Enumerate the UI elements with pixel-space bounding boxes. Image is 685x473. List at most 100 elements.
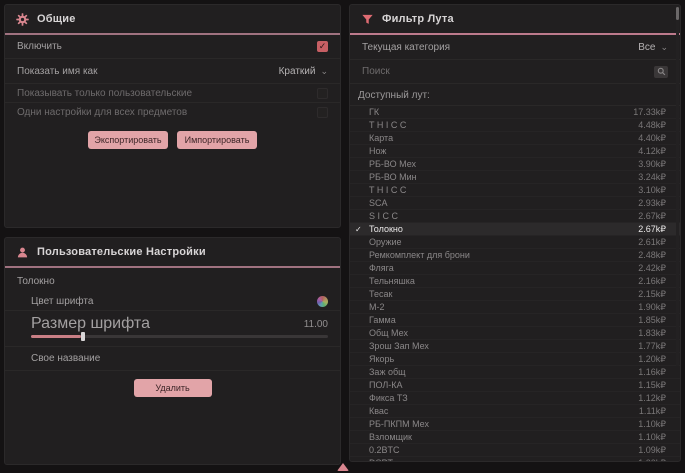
loot-list-item[interactable]: Квас 1.11k₽: [350, 405, 680, 418]
slider-handle[interactable]: [81, 332, 85, 341]
display-name-dropdown[interactable]: Краткий ⌄: [279, 66, 328, 77]
custom-name-label: Свое название: [31, 353, 100, 364]
loot-list-item[interactable]: Зрош Зап Мех 1.77k₽: [350, 340, 680, 353]
selected-check-icon: ✓: [355, 225, 362, 234]
loot-list-item[interactable]: РБ-ВО Мех 3.90k₽: [350, 158, 680, 171]
loot-item-value: 1.83k₽: [638, 328, 666, 339]
loot-item-value: 3.90k₽: [638, 159, 666, 170]
loot-list-item[interactable]: РБ-ВО Мин 3.24k₽: [350, 171, 680, 184]
loot-item-value: 1.09k₽: [638, 445, 666, 456]
font-size-label: Размер шрифта: [31, 315, 150, 333]
collapse-arrow-icon[interactable]: [337, 463, 349, 471]
funnel-icon: [361, 13, 374, 26]
user-settings-header: Пользовательские Настройки: [5, 238, 340, 268]
loot-list-item[interactable]: Заж общ 1.16k₽: [350, 366, 680, 379]
chevron-down-icon: ⌄: [320, 67, 328, 76]
loot-item-name: Оружие: [369, 237, 638, 247]
search-icon[interactable]: [654, 66, 668, 78]
loot-item-name: Тесак: [369, 289, 638, 299]
custom-name-input[interactable]: [110, 347, 328, 370]
loot-item-value: 1.90k₽: [638, 302, 666, 313]
loot-list-item[interactable]: SCA 2.93k₽: [350, 197, 680, 210]
loot-item-name: РБ-ВО Мин: [369, 172, 638, 182]
custom-name-row: Свое название: [5, 347, 340, 371]
list-scrollbar[interactable]: [676, 6, 679, 366]
loot-item-name: РБ-ВО Мех: [369, 159, 638, 169]
loot-item-name: Фляга: [369, 263, 638, 273]
loot-list-item[interactable]: Тесак 2.15k₽: [350, 288, 680, 301]
loot-item-value: 4.48k₽: [638, 120, 666, 131]
loot-list-item[interactable]: ✓ Толокно 2.67k₽: [350, 223, 680, 236]
loot-item-value: 1.16k₽: [638, 367, 666, 378]
only-custom-row: Показывать только пользовательские: [5, 84, 340, 103]
enable-row: Включить ✓: [5, 35, 340, 59]
loot-list-item[interactable]: Карта 4.40k₽: [350, 132, 680, 145]
loot-filter-panel: Фильтр Лута Текущая категория Все ⌄ Дост…: [349, 4, 681, 462]
loot-list-item[interactable]: Тельняшка 2.16k₽: [350, 275, 680, 288]
loot-item-name: Взломщик: [369, 432, 638, 442]
loot-list-item[interactable]: Ремкомплект для брони 2.48k₽: [350, 249, 680, 262]
color-wheel-icon[interactable]: [317, 296, 328, 307]
loot-list-item[interactable]: T H I C C 4.48k₽: [350, 119, 680, 132]
loot-item-value: 2.15k₽: [638, 289, 666, 300]
import-button[interactable]: Импортировать: [177, 131, 257, 149]
loot-item-name: SCA: [369, 198, 638, 208]
loot-list-item[interactable]: S I C C 2.67k₽: [350, 210, 680, 223]
loot-list-item[interactable]: Фляга 2.42k₽: [350, 262, 680, 275]
loot-list-item[interactable]: DSPT 1.00k₽: [350, 457, 680, 462]
general-panel: Общие Включить ✓ Показать имя как Кратки…: [4, 4, 341, 228]
loot-item-value: 2.61k₽: [638, 237, 666, 248]
loot-filter-title: Фильтр Лута: [382, 13, 454, 25]
loot-list-item[interactable]: Взломщик 1.10k₽: [350, 431, 680, 444]
enable-label: Включить: [17, 41, 62, 52]
loot-item-value: 1.12k₽: [638, 393, 666, 404]
display-name-label: Показать имя как: [17, 66, 97, 77]
loot-list-item[interactable]: Якорь 1.20k₽: [350, 353, 680, 366]
category-row: Текущая категория Все ⌄: [350, 35, 680, 60]
available-loot-label: Доступный лут:: [350, 84, 680, 105]
loot-list-item[interactable]: РБ-ПКПМ Мех 1.10k₽: [350, 418, 680, 431]
loot-item-value: 17.33k₽: [633, 107, 666, 118]
category-label: Текущая категория: [362, 42, 450, 53]
font-color-label: Цвет шрифта: [31, 296, 93, 307]
export-button[interactable]: Экспортировать: [88, 131, 168, 149]
loot-list-item[interactable]: Оружие 2.61k₽: [350, 236, 680, 249]
loot-list-item[interactable]: ГК 17.33k₽: [350, 106, 680, 119]
loot-list-item[interactable]: М-2 1.90k₽: [350, 301, 680, 314]
loot-item-name: ПОЛ-КА: [369, 380, 638, 390]
only-custom-label: Показывать только пользовательские: [17, 88, 192, 99]
delete-button[interactable]: Удалить: [134, 379, 212, 397]
search-input[interactable]: [362, 66, 654, 77]
loot-item-name: Заж общ: [369, 367, 638, 377]
loot-list-item[interactable]: Фикса ТЗ 1.12k₽: [350, 392, 680, 405]
loot-item-name: Ремкомплект для брони: [369, 250, 638, 260]
user-settings-title: Пользовательские Настройки: [37, 246, 206, 258]
general-panel-header: Общие: [5, 5, 340, 35]
loot-list-item[interactable]: Общ Мех 1.83k₽: [350, 327, 680, 340]
category-dropdown[interactable]: Все ⌄: [638, 42, 668, 53]
loot-item-value: 1.00k₽: [638, 458, 666, 463]
same-settings-row: Одни настройки для всех предметов: [5, 103, 340, 122]
loot-item-value: 2.48k₽: [638, 250, 666, 261]
loot-item-name: М-2: [369, 302, 638, 312]
loot-list-item[interactable]: T H I C C 3.10k₽: [350, 184, 680, 197]
loot-item-value: 2.67k₽: [638, 224, 666, 235]
only-custom-checkbox[interactable]: [317, 88, 328, 99]
loot-item-name: S I C C: [369, 211, 638, 221]
display-name-value: Краткий: [279, 66, 316, 77]
loot-item-name: Зрош Зап Мех: [369, 341, 638, 351]
loot-item-name: Тельняшка: [369, 276, 638, 286]
loot-list-item[interactable]: Гамма 1.85k₽: [350, 314, 680, 327]
loot-item-value: 2.16k₽: [638, 276, 666, 287]
loot-list-item[interactable]: Нож 4.12k₽: [350, 145, 680, 158]
loot-filter-header: Фильтр Лута: [350, 5, 680, 35]
same-settings-checkbox[interactable]: [317, 107, 328, 118]
loot-list-item[interactable]: ПОЛ-КА 1.15k₽: [350, 379, 680, 392]
category-value: Все: [638, 42, 655, 53]
enable-checkbox[interactable]: ✓: [317, 41, 328, 52]
loot-list-item[interactable]: 0.2BTC 1.09k₽: [350, 444, 680, 457]
font-size-slider[interactable]: [31, 335, 328, 338]
scrollbar-thumb[interactable]: [676, 7, 679, 20]
loot-item-value: 3.24k₽: [638, 172, 666, 183]
loot-item-value: 2.42k₽: [638, 263, 666, 274]
